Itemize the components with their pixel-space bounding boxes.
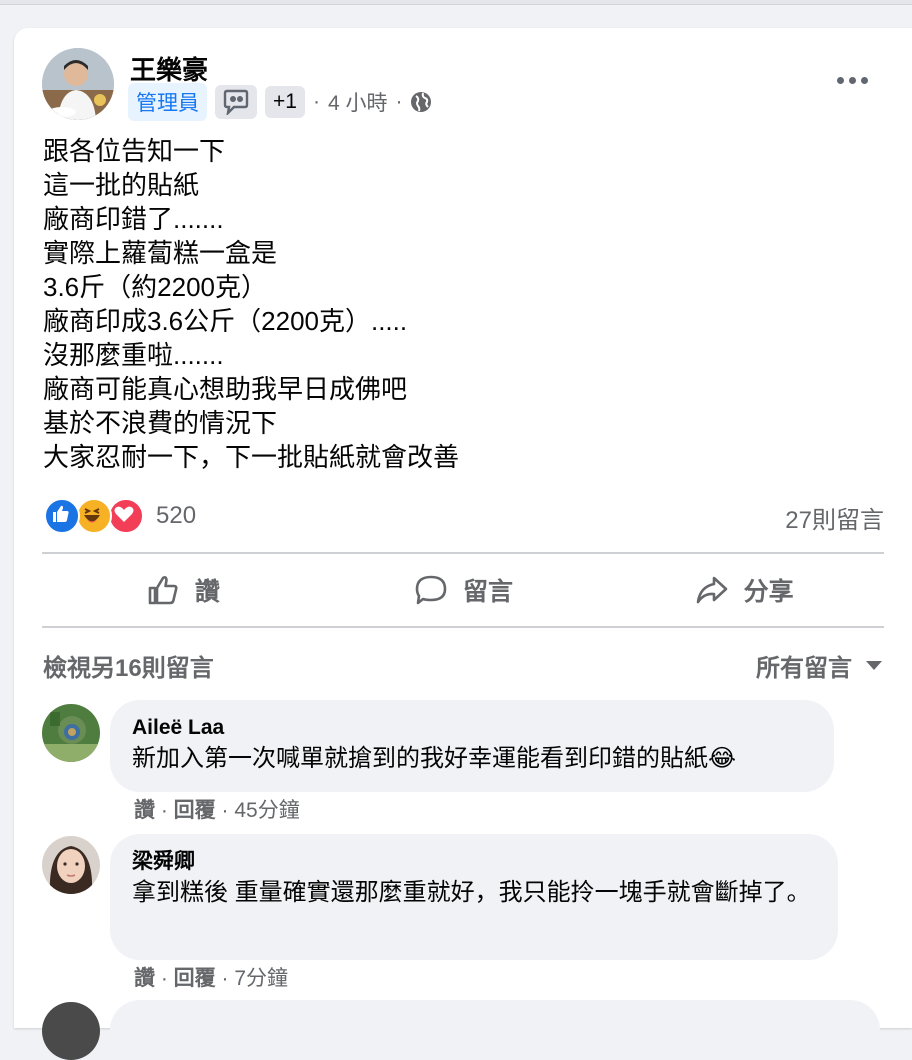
comment-icon: [415, 575, 447, 605]
globe-icon: [411, 92, 432, 112]
meta-separator: ·: [395, 90, 403, 113]
comment-actions: 讚 · 回覆 · 45分鐘: [134, 799, 300, 822]
commenter-avatar[interactable]: [42, 836, 100, 894]
reaction-count: 520: [156, 502, 197, 529]
like-reaction-icon: [44, 498, 80, 534]
view-more-comments[interactable]: 檢視另16則留言: [43, 648, 214, 683]
thumbs-up-icon: [148, 576, 178, 605]
comment-sort-label: 所有留言: [756, 655, 852, 682]
comment-like-button[interactable]: 讚: [134, 799, 155, 822]
comment-sort-dropdown[interactable]: 所有留言: [756, 648, 882, 683]
comment-bubble: Aileë Laa 新加入第一次喊單就搶到的我好幸運能看到印錯的貼紙😂: [110, 700, 834, 792]
comment-time[interactable]: 45分鐘: [234, 799, 299, 822]
comment-bubble: 梁舜卿 拿到糕後 重量確實還那麼重就好，我只能拎一塊手就會斷掉了。: [110, 834, 838, 960]
comment-label: 留言: [463, 578, 514, 606]
share-label: 分享: [743, 578, 794, 606]
comment-text: 拿到糕後 重量確實還那麼重就好，我只能拎一塊手就會斷掉了。: [132, 879, 811, 906]
like-button[interactable]: 讚: [42, 554, 323, 626]
post-time[interactable]: 4 小時: [328, 87, 388, 117]
comment-count-link[interactable]: 27則留言: [785, 500, 884, 535]
comment-actions: 讚 · 回覆 · 7分鐘: [134, 967, 289, 990]
post-card: 王樂豪 管理員 +1 · 4 小時 · 跟各位告知一下 這一批的貼紙 廠商印錯了…: [14, 28, 912, 1060]
comment-reply-button[interactable]: 回覆: [174, 799, 216, 822]
commenter-avatar[interactable]: [42, 1002, 100, 1060]
author-avatar[interactable]: [42, 48, 114, 120]
more-options-icon[interactable]: [832, 68, 872, 92]
share-icon: [696, 576, 727, 604]
divider: [42, 626, 884, 628]
comment-time[interactable]: 7分鐘: [234, 967, 288, 990]
commenter-name[interactable]: Aileë Laa: [132, 714, 810, 742]
love-reaction-icon: [108, 498, 144, 534]
author-name[interactable]: 王樂豪: [130, 50, 208, 87]
chevron-down-icon: [866, 661, 882, 670]
more-badges[interactable]: +1: [265, 86, 305, 118]
comment-reply-button[interactable]: 回覆: [174, 967, 216, 990]
comment-button[interactable]: 留言: [323, 554, 604, 626]
like-label: 讚: [194, 578, 220, 606]
post-meta: 管理員 +1 · 4 小時 ·: [128, 83, 432, 121]
share-button[interactable]: 分享: [603, 554, 884, 626]
previous-post-edge: [0, 0, 912, 5]
reaction-summary[interactable]: 520: [44, 498, 196, 534]
meta-separator: ·: [312, 90, 320, 113]
commenter-avatar[interactable]: [42, 704, 100, 762]
post-body: 跟各位告知一下 這一批的貼紙 廠商印錯了....... 實際上蘿蔔糕一盒是 3.…: [43, 136, 460, 472]
conversation-starter-icon[interactable]: [215, 85, 257, 119]
post-action-bar: 讚 留言 分享: [42, 554, 884, 626]
comment-bubble: [110, 1000, 880, 1060]
comment-text: 新加入第一次喊單就搶到的我好幸運能看到印錯的貼紙😂: [132, 745, 737, 772]
haha-reaction-icon: [76, 498, 112, 534]
admin-badge[interactable]: 管理員: [128, 83, 207, 121]
comment-like-button[interactable]: 讚: [134, 967, 155, 990]
commenter-name[interactable]: 梁舜卿: [132, 848, 814, 876]
